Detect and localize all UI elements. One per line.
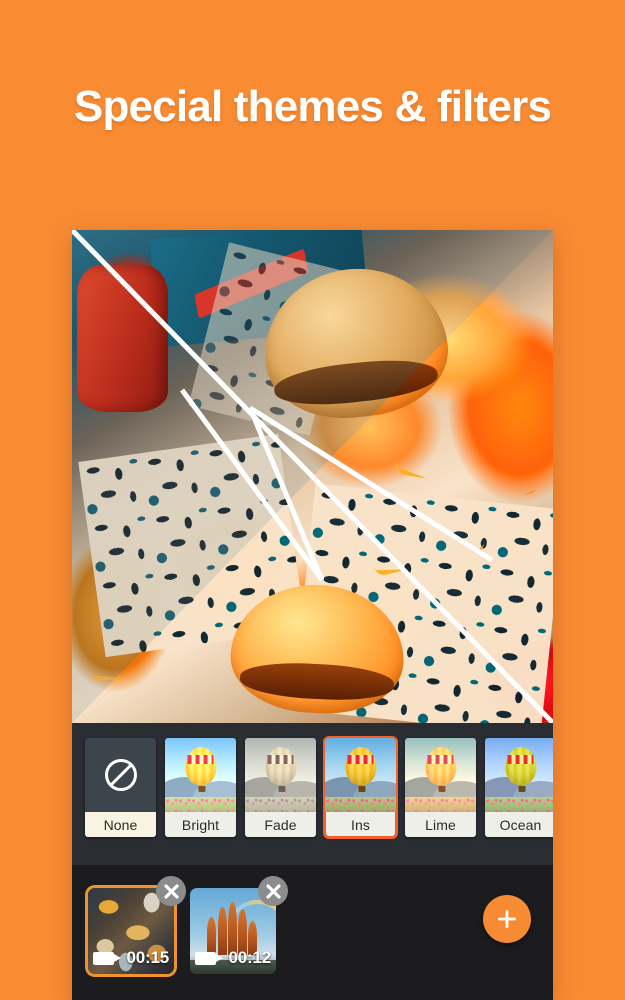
close-icon bbox=[163, 883, 179, 899]
app-frame: None Bright Fade Ins Lime Ocean 00:15 00… bbox=[72, 230, 553, 1000]
filter-thumbnail-ocean bbox=[485, 738, 553, 812]
hot-air-balloon-icon bbox=[265, 746, 296, 792]
plus-icon bbox=[498, 910, 516, 928]
filter-thumbnail-ins bbox=[325, 738, 396, 812]
hot-air-balloon-icon bbox=[505, 746, 536, 792]
flower-field bbox=[325, 797, 396, 812]
no-filter-icon bbox=[104, 759, 137, 791]
clip-remove-button[interactable] bbox=[156, 876, 186, 906]
clip-meta: 00:15 bbox=[88, 948, 174, 968]
flower-field bbox=[485, 797, 553, 812]
close-icon bbox=[265, 883, 281, 899]
video-camera-icon bbox=[93, 951, 121, 965]
filter-item-none[interactable]: None bbox=[85, 738, 156, 837]
no-filter-thumbnail bbox=[85, 738, 156, 812]
clip-duration: 00:12 bbox=[228, 948, 272, 967]
filter-thumbnail-fade bbox=[245, 738, 316, 812]
filter-item-ocean[interactable]: Ocean bbox=[485, 738, 553, 837]
clip-list[interactable]: 00:15 00:12 bbox=[88, 876, 288, 974]
filter-item-fade[interactable]: Fade bbox=[245, 738, 316, 837]
clip-item[interactable]: 00:15 bbox=[88, 876, 186, 974]
promo-screenshot: Special themes & filters None Bright Fad… bbox=[0, 0, 625, 1000]
filter-label: Lime bbox=[405, 812, 476, 837]
filter-item-bright[interactable]: Bright bbox=[165, 738, 236, 837]
filter-thumbnail-lime bbox=[405, 738, 476, 812]
filter-label: Ocean bbox=[485, 812, 553, 837]
clip-timeline[interactable]: 00:15 00:12 bbox=[72, 865, 553, 1000]
flower-field bbox=[165, 797, 236, 812]
filter-label: Bright bbox=[165, 812, 236, 837]
video-preview[interactable] bbox=[72, 230, 553, 723]
flower-field bbox=[245, 797, 316, 812]
clip-remove-button[interactable] bbox=[258, 876, 288, 906]
hot-air-balloon-icon bbox=[345, 746, 376, 792]
page-title: Special themes & filters bbox=[73, 82, 552, 131]
filter-label: Ins bbox=[325, 812, 396, 837]
sauce-bottle bbox=[76, 264, 169, 413]
clip-meta: 00:12 bbox=[190, 948, 276, 968]
filter-item-lime[interactable]: Lime bbox=[405, 738, 476, 837]
hot-air-balloon-icon bbox=[425, 746, 456, 792]
add-clip-button[interactable] bbox=[483, 895, 531, 943]
filter-label: None bbox=[85, 812, 156, 837]
filter-list[interactable]: None Bright Fade Ins Lime Ocean bbox=[85, 736, 553, 839]
flower-field bbox=[405, 797, 476, 812]
filter-item-ins[interactable]: Ins bbox=[323, 736, 398, 839]
clip-item[interactable]: 00:12 bbox=[190, 876, 288, 974]
filter-label: Fade bbox=[245, 812, 316, 837]
filter-thumbnail-bright bbox=[165, 738, 236, 812]
clip-duration: 00:15 bbox=[126, 948, 170, 967]
hot-air-balloon-icon bbox=[185, 746, 216, 792]
filter-strip[interactable]: None Bright Fade Ins Lime Ocean bbox=[72, 723, 553, 865]
video-camera-icon bbox=[195, 951, 223, 965]
